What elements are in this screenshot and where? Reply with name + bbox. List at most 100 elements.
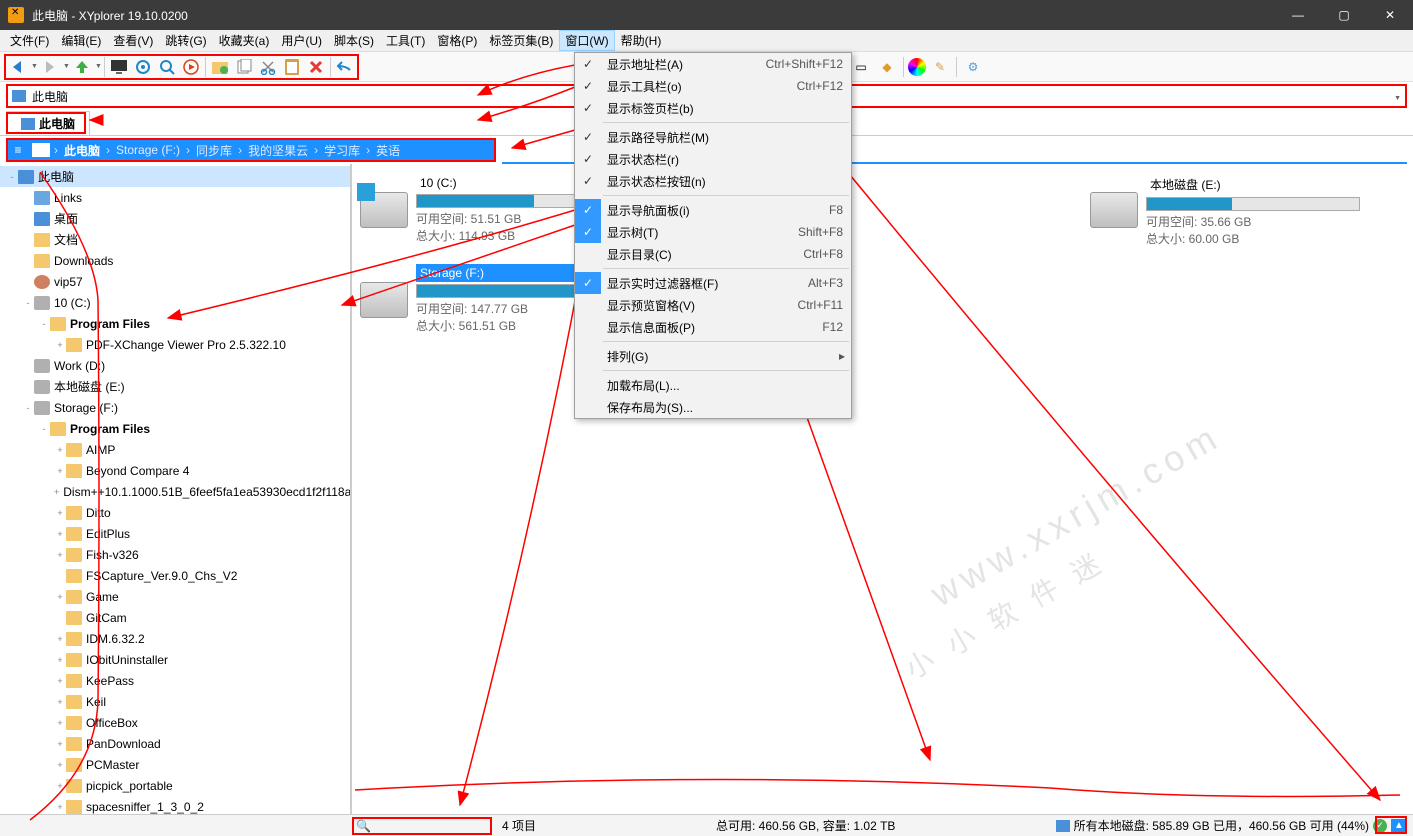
color-wheel-icon[interactable] bbox=[908, 58, 926, 76]
expand-icon[interactable]: + bbox=[54, 634, 66, 644]
tree-item[interactable]: +Beyond Compare 4 bbox=[0, 460, 350, 481]
tree-item[interactable]: +PCMaster bbox=[0, 754, 350, 775]
expand-icon[interactable]: + bbox=[54, 760, 66, 770]
paste-icon[interactable] bbox=[280, 55, 304, 79]
filter-box[interactable]: 🔍 bbox=[352, 817, 492, 835]
tree-item[interactable]: 本地磁盘 (E:) bbox=[0, 376, 350, 397]
tag-icon[interactable]: ◆ bbox=[875, 55, 899, 79]
tree-item[interactable]: -Storage (F:) bbox=[0, 397, 350, 418]
menu-1[interactable]: 编辑(E) bbox=[55, 30, 107, 51]
drive-item[interactable]: 本地磁盘 (E:)可用空间: 35.66 GB总大小: 60.00 GB bbox=[1090, 174, 1360, 247]
crumb-3[interactable]: 我的坚果云 bbox=[242, 142, 314, 159]
tree-item[interactable]: -Program Files bbox=[0, 313, 350, 334]
expand-icon[interactable]: + bbox=[54, 697, 66, 707]
tree-item[interactable]: +Fish-v326 bbox=[0, 544, 350, 565]
tab-this-pc[interactable]: 此电脑 bbox=[6, 111, 90, 135]
minimize-button[interactable]: — bbox=[1275, 0, 1321, 30]
menu-item[interactable]: ✓显示状态栏按钮(n) bbox=[575, 170, 851, 192]
tree-item[interactable]: +picpick_portable bbox=[0, 775, 350, 796]
expand-icon[interactable]: - bbox=[6, 172, 18, 182]
menu-item[interactable]: 显示信息面板(P)F12 bbox=[575, 316, 851, 338]
undo-icon[interactable] bbox=[333, 55, 357, 79]
tree-item[interactable]: +Dism++10.1.1000.51B_6feef5fa1ea53930ecd… bbox=[0, 481, 350, 502]
expand-icon[interactable]: + bbox=[54, 655, 66, 665]
expand-icon[interactable]: + bbox=[54, 340, 66, 350]
expand-icon[interactable]: + bbox=[54, 781, 66, 791]
menu-item[interactable]: 保存布局为(S)... bbox=[575, 396, 851, 418]
play-icon[interactable] bbox=[179, 55, 203, 79]
menu-3[interactable]: 跳转(G) bbox=[159, 30, 212, 51]
tree-item[interactable]: +Keil bbox=[0, 691, 350, 712]
crumb-0[interactable]: 此电脑 bbox=[58, 142, 106, 159]
folder-tree[interactable]: -此电脑Links桌面文档Downloadsvip57-10 (C:)-Prog… bbox=[0, 164, 352, 824]
up-dropdown[interactable] bbox=[94, 55, 102, 79]
tree-item[interactable]: FSCapture_Ver.9.0_Chs_V2 bbox=[0, 565, 350, 586]
expand-icon[interactable]: - bbox=[38, 319, 50, 329]
menu-item[interactable]: 显示目录(C)Ctrl+F8 bbox=[575, 243, 851, 265]
tree-item[interactable]: +IObitUninstaller bbox=[0, 649, 350, 670]
menu-item[interactable]: ✓显示树(T)Shift+F8 bbox=[575, 221, 851, 243]
new-folder-icon[interactable] bbox=[208, 55, 232, 79]
tree-item[interactable]: +KeePass bbox=[0, 670, 350, 691]
tree-item[interactable]: +PanDownload bbox=[0, 733, 350, 754]
breadcrumb-bar[interactable]: ≡ 此电脑 Storage (F:) 同步库 我的坚果云 学习库 英语 bbox=[6, 138, 496, 162]
expand-icon[interactable]: + bbox=[54, 508, 66, 518]
expand-icon[interactable]: + bbox=[54, 487, 59, 497]
crumb-2[interactable]: 同步库 bbox=[190, 142, 238, 159]
tree-item[interactable]: +PDF-XChange Viewer Pro 2.5.322.10 bbox=[0, 334, 350, 355]
nav-forward-button[interactable] bbox=[38, 55, 62, 79]
gear-icon[interactable]: ⚙ bbox=[961, 55, 985, 79]
pane-icon[interactable]: ▭ bbox=[849, 55, 873, 79]
expand-icon[interactable]: + bbox=[54, 550, 66, 560]
menu-item[interactable]: 加载布局(L)... bbox=[575, 374, 851, 396]
expand-icon[interactable]: + bbox=[54, 592, 66, 602]
brush-icon[interactable]: ✎ bbox=[928, 55, 952, 79]
tree-item[interactable]: -10 (C:) bbox=[0, 292, 350, 313]
menu-item[interactable]: ✓显示地址栏(A)Ctrl+Shift+F12 bbox=[575, 53, 851, 75]
tree-item[interactable]: +OfficeBox bbox=[0, 712, 350, 733]
expand-icon[interactable]: + bbox=[54, 445, 66, 455]
menu-item[interactable]: ✓显示导航面板(i)F8 bbox=[575, 199, 851, 221]
maximize-button[interactable]: ▢ bbox=[1321, 0, 1367, 30]
crumb-4[interactable]: 学习库 bbox=[318, 142, 366, 159]
close-button[interactable]: ✕ bbox=[1367, 0, 1413, 30]
tree-item[interactable]: Links bbox=[0, 187, 350, 208]
address-dropdown-icon[interactable] bbox=[1393, 89, 1401, 103]
expand-icon[interactable]: + bbox=[54, 676, 66, 686]
expand-icon[interactable]: + bbox=[54, 466, 66, 476]
cut-icon[interactable] bbox=[256, 55, 280, 79]
tree-item[interactable]: vip57 bbox=[0, 271, 350, 292]
tree-item[interactable]: +IDM.6.32.2 bbox=[0, 628, 350, 649]
tree-item[interactable]: -Program Files bbox=[0, 418, 350, 439]
menu-2[interactable]: 查看(V) bbox=[107, 30, 159, 51]
expand-icon[interactable]: - bbox=[22, 298, 34, 308]
menu-5[interactable]: 用户(U) bbox=[275, 30, 328, 51]
menu-item[interactable]: ✓显示路径导航栏(M) bbox=[575, 126, 851, 148]
menu-item[interactable]: ✓显示实时过滤器框(F)Alt+F3 bbox=[575, 272, 851, 294]
tree-item[interactable]: Work (D:) bbox=[0, 355, 350, 376]
menu-item[interactable]: ✓显示标签页栏(b) bbox=[575, 97, 851, 119]
copy-icon[interactable] bbox=[232, 55, 256, 79]
status-ok-icon[interactable]: ✓ bbox=[1373, 819, 1387, 833]
window-menu-dropdown[interactable]: ✓显示地址栏(A)Ctrl+Shift+F12✓显示工具栏(o)Ctrl+F12… bbox=[574, 52, 852, 419]
expand-icon[interactable]: + bbox=[54, 739, 66, 749]
expand-icon[interactable]: + bbox=[54, 718, 66, 728]
menu-item[interactable]: 排列(G) bbox=[575, 345, 851, 367]
tree-item[interactable]: GitCam bbox=[0, 607, 350, 628]
menu-4[interactable]: 收藏夹(a) bbox=[213, 30, 276, 51]
tree-item[interactable]: +EditPlus bbox=[0, 523, 350, 544]
menu-6[interactable]: 脚本(S) bbox=[328, 30, 380, 51]
nav-back-button[interactable] bbox=[6, 55, 30, 79]
expand-icon[interactable]: + bbox=[54, 802, 66, 812]
menu-item[interactable]: ✓显示状态栏(r) bbox=[575, 148, 851, 170]
delete-icon[interactable] bbox=[304, 55, 328, 79]
tree-item[interactable]: +AIMP bbox=[0, 439, 350, 460]
tree-item[interactable]: Downloads bbox=[0, 250, 350, 271]
menu-10[interactable]: 窗口(W) bbox=[559, 30, 614, 51]
target-icon[interactable] bbox=[131, 55, 155, 79]
menu-9[interactable]: 标签页集(B) bbox=[483, 30, 559, 51]
menu-7[interactable]: 工具(T) bbox=[380, 30, 431, 51]
forward-dropdown[interactable] bbox=[62, 55, 70, 79]
status-up-icon[interactable]: ▲ bbox=[1391, 819, 1407, 833]
menu-11[interactable]: 帮助(H) bbox=[615, 30, 668, 51]
